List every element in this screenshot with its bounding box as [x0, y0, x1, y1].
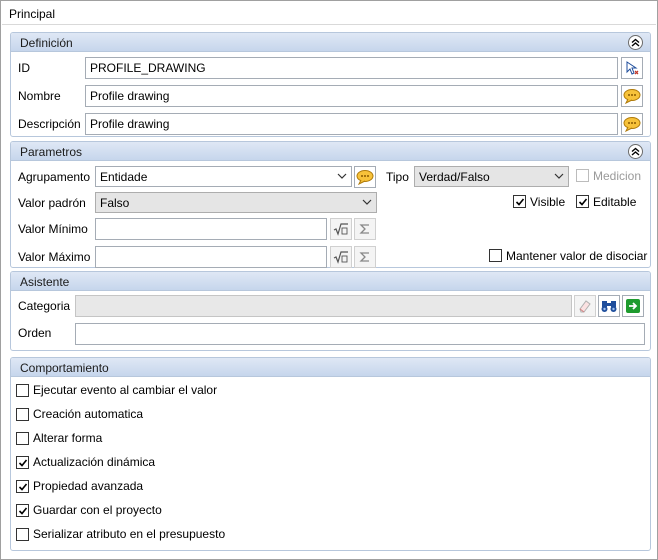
principal-window: Principal Definición ID PROFILE_DRAWING …	[0, 0, 658, 560]
pick-cursor-icon	[626, 61, 639, 75]
propiedad-avanzada-checkbox[interactable]	[16, 480, 29, 493]
id-field[interactable]: PROFILE_DRAWING	[85, 57, 618, 79]
visible-label: Visible	[530, 195, 566, 209]
categoria-field[interactable]	[75, 295, 572, 317]
checkmark-icon	[515, 198, 525, 206]
pick-id-button[interactable]	[621, 57, 643, 79]
mantener-checkbox[interactable]	[489, 249, 502, 262]
agrupamento-select[interactable]: Entidade	[95, 166, 352, 187]
actualizacion-dinamica-checkbox[interactable]	[16, 456, 29, 469]
ejecutar-evento-checkbox[interactable]	[16, 384, 29, 397]
chevron-down-icon	[362, 199, 372, 205]
descripcion-field[interactable]: Profile drawing	[85, 113, 618, 135]
group-asistente-header: Asistente	[11, 272, 650, 291]
speech-bubble-icon	[356, 170, 374, 185]
orden-field[interactable]	[75, 323, 645, 345]
collapse-parametros-button[interactable]	[628, 144, 643, 159]
window-title: Principal	[9, 7, 56, 21]
group-parametros-header[interactable]: Parametros	[11, 142, 650, 161]
valor-maximo-sum-button[interactable]	[354, 246, 376, 268]
group-comportamiento-title: Comportamiento	[20, 361, 109, 375]
actualizacion-dinamica-label: Actualización dinámica	[33, 455, 156, 469]
chevron-down-icon	[554, 173, 564, 179]
sigma-icon	[359, 252, 369, 262]
guardar-proyecto-checkbox[interactable]	[16, 504, 29, 517]
checkmark-icon	[578, 198, 588, 206]
sigma-icon	[359, 224, 369, 234]
translate-descripcion-button[interactable]	[621, 113, 643, 135]
editable-checkbox[interactable]	[576, 195, 589, 208]
valor-minimo-label: Valor Mínimo	[18, 222, 88, 236]
mantener-label: Mantener valor de disociar	[506, 249, 648, 263]
creacion-automatica-label: Creación automatica	[33, 407, 144, 421]
group-comportamiento-header: Comportamiento	[11, 358, 650, 377]
tipo-select[interactable]: Verdad/Falso	[414, 166, 569, 187]
categoria-label: Categoria	[18, 299, 71, 313]
medicion-label: Medicion	[593, 169, 642, 183]
alterar-forma-label: Alterar forma	[33, 431, 103, 445]
serializar-atributo-checkbox[interactable]	[16, 528, 29, 541]
serializar-atributo-label: Serializar atributo en el presupuesto	[33, 527, 226, 541]
alterar-forma-checkbox[interactable]	[16, 432, 29, 445]
descripcion-label: Descripción	[18, 117, 81, 131]
creacion-automatica-checkbox[interactable]	[16, 408, 29, 421]
clear-categoria-button[interactable]	[574, 295, 596, 317]
valor-minimo-sum-button[interactable]	[354, 218, 376, 240]
collapse-definicion-button[interactable]	[628, 35, 643, 50]
square-root-icon	[333, 223, 348, 236]
medicion-checkbox[interactable]	[576, 169, 589, 182]
tipo-value: Verdad/Falso	[419, 170, 490, 184]
nombre-label: Nombre	[18, 89, 61, 103]
guardar-proyecto-label: Guardar con el proyecto	[33, 503, 162, 517]
editable-label: Editable	[593, 195, 637, 209]
id-label: ID	[18, 61, 30, 75]
tipo-label: Tipo	[386, 170, 409, 184]
propiedad-avanzada-label: Propiedad avanzada	[33, 479, 144, 493]
go-categoria-button[interactable]	[622, 295, 644, 317]
valor-padron-label: Valor padrón	[18, 196, 86, 210]
speech-bubble-icon	[623, 117, 641, 132]
orden-label: Orden	[18, 326, 52, 340]
checkmark-icon	[18, 507, 28, 515]
valor-padron-value: Falso	[100, 196, 130, 210]
square-root-icon	[333, 251, 348, 264]
agrupamento-value: Entidade	[100, 170, 148, 184]
group-definicion-title: Definición	[20, 36, 73, 50]
ejecutar-evento-label: Ejecutar evento al cambiar el valor	[33, 383, 218, 397]
valor-minimo-formula-button[interactable]	[330, 218, 352, 240]
double-chevron-up-icon	[631, 147, 640, 156]
double-chevron-up-icon	[631, 38, 640, 47]
valor-minimo-field[interactable]	[95, 218, 327, 240]
eraser-icon	[579, 300, 591, 313]
checkmark-icon	[18, 459, 28, 467]
title-separator	[2, 24, 656, 25]
group-parametros-title: Parametros	[20, 145, 83, 159]
arrow-right-icon	[626, 299, 640, 313]
translate-agrupamento-button[interactable]	[354, 166, 376, 188]
agrupamento-label: Agrupamento	[18, 170, 91, 184]
group-asistente-title: Asistente	[20, 275, 70, 289]
nombre-field[interactable]: Profile drawing	[85, 85, 618, 107]
valor-maximo-field[interactable]	[95, 246, 327, 268]
translate-nombre-button[interactable]	[621, 85, 643, 107]
group-definicion-header[interactable]: Definición	[11, 33, 650, 52]
valor-padron-select[interactable]: Falso	[95, 192, 377, 213]
speech-bubble-icon	[623, 89, 641, 104]
valor-maximo-formula-button[interactable]	[330, 246, 352, 268]
checkmark-icon	[18, 483, 28, 491]
search-categoria-button[interactable]	[598, 295, 620, 317]
binoculars-icon	[601, 301, 617, 312]
chevron-down-icon	[337, 173, 347, 179]
valor-maximo-label: Valor Máximo	[18, 250, 91, 264]
visible-checkbox[interactable]	[513, 195, 526, 208]
